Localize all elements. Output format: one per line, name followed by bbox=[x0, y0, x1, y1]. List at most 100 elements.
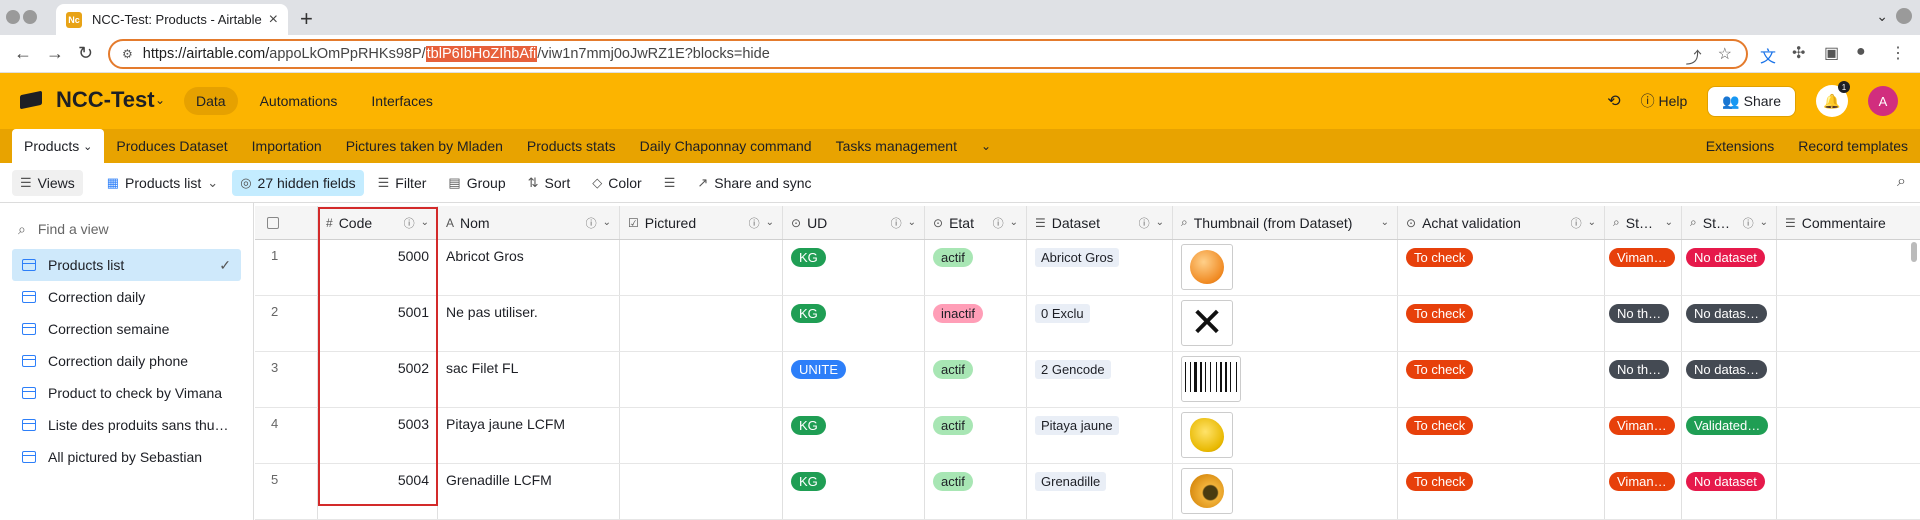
info-icon[interactable]: ⓘ bbox=[1571, 215, 1582, 231]
history-icon[interactable]: ⟲ bbox=[1607, 91, 1620, 111]
cell-commentaire[interactable] bbox=[1777, 296, 1920, 351]
color-button[interactable]: ◇ Color bbox=[584, 170, 649, 196]
info-icon[interactable]: ⓘ bbox=[1139, 215, 1150, 231]
close-window-icon[interactable] bbox=[1896, 8, 1912, 24]
dataset-link-chip[interactable]: 0 Exclu bbox=[1035, 304, 1090, 323]
cell-achat-validation[interactable]: To check bbox=[1398, 296, 1605, 351]
cell-etat[interactable]: actif bbox=[925, 352, 1027, 407]
tab-search-icon[interactable]: ⌄ bbox=[1876, 8, 1888, 25]
notifications-button[interactable]: 🔔 1 bbox=[1816, 81, 1850, 117]
tab-products-stats[interactable]: Products stats bbox=[515, 129, 628, 163]
cell-ud[interactable]: KG bbox=[783, 464, 925, 519]
cell-etat[interactable]: actif bbox=[925, 240, 1027, 295]
chevron-down-icon[interactable]: ⌄ bbox=[1156, 217, 1164, 228]
info-icon[interactable]: ⓘ bbox=[749, 215, 760, 231]
table-row[interactable]: 4 5003 Pitaya jaune LCFM KG actif Pitaya jaun… bbox=[255, 408, 1920, 464]
group-button[interactable]: ▤ Group bbox=[440, 170, 513, 196]
cell-commentaire[interactable] bbox=[1777, 352, 1920, 407]
cell-code[interactable]: 5000 bbox=[318, 240, 438, 295]
chevron-down-icon[interactable]: ⌄ bbox=[603, 217, 611, 228]
bookmark-star-icon[interactable]: ☆ bbox=[1718, 44, 1732, 68]
sidebar-view-correction-daily-phone[interactable]: Correction daily phone bbox=[12, 345, 241, 377]
cell-commentaire[interactable] bbox=[1777, 464, 1920, 519]
cell-pictured[interactable] bbox=[620, 408, 783, 463]
profile-icon[interactable]: ● bbox=[1856, 43, 1866, 61]
column-header-ud[interactable]: ⊙ UD ⓘ ⌄ bbox=[783, 206, 925, 239]
tab-daily-chaponnay[interactable]: Daily Chaponnay command bbox=[628, 129, 824, 163]
extensions-button[interactable]: Extensions bbox=[1694, 129, 1786, 163]
sort-button[interactable]: ⇅ Sort bbox=[520, 170, 579, 196]
tab-products[interactable]: Products ⌄ bbox=[12, 129, 105, 163]
barcode-thumbnail-image[interactable] bbox=[1181, 356, 1241, 402]
more-tables-chevron-icon[interactable]: ⌄ bbox=[969, 129, 1003, 163]
cell-code[interactable]: 5004 bbox=[318, 464, 438, 519]
share-button[interactable]: 👥 Share bbox=[1707, 85, 1796, 117]
chevron-down-icon[interactable]: ⌄ bbox=[1010, 217, 1018, 228]
table-row[interactable]: 2 5001 Ne pas utiliser. KG inactif 0 Exclu ✕ To… bbox=[255, 296, 1920, 352]
chevron-down-icon[interactable]: ⌄ bbox=[155, 93, 165, 107]
cell-ud[interactable]: KG bbox=[783, 408, 925, 463]
airtable-logo-icon[interactable] bbox=[20, 91, 44, 111]
views-toggle-button[interactable]: ☰ Views bbox=[12, 169, 83, 196]
browser-menu-icon[interactable]: ⋮ bbox=[1890, 43, 1906, 63]
cell-achat-validation[interactable]: To check bbox=[1398, 408, 1605, 463]
info-icon[interactable]: ⓘ bbox=[1743, 215, 1754, 231]
extensions-puzzle-icon[interactable]: ✣ bbox=[1792, 43, 1805, 63]
chevron-down-icon[interactable]: ⌄ bbox=[1588, 217, 1596, 228]
table-row[interactable]: 1 5000 Abricot Gros KG actif Abricot Gros To c… bbox=[255, 240, 1920, 296]
avatar[interactable]: A bbox=[1868, 86, 1898, 116]
cell-code[interactable]: 5002 bbox=[318, 352, 438, 407]
base-name[interactable]: NCC-Test bbox=[56, 87, 155, 113]
column-header-code[interactable]: # Code ⓘ ⌄ bbox=[318, 206, 438, 239]
sidebar-view-all-pictured[interactable]: All pictured by Sebastian bbox=[12, 441, 241, 473]
info-icon[interactable]: ⓘ bbox=[993, 215, 1004, 231]
cell-thumbnail[interactable] bbox=[1173, 352, 1398, 407]
chevron-down-icon[interactable]: ⌄ bbox=[1760, 217, 1768, 228]
pitaya-thumbnail-image[interactable] bbox=[1181, 412, 1233, 458]
tab-produces-dataset[interactable]: Produces Dataset bbox=[104, 129, 239, 163]
cell-thumbnail[interactable] bbox=[1173, 464, 1398, 519]
column-header-achat-validation[interactable]: ⊙ Achat validation ⓘ ⌄ bbox=[1398, 206, 1605, 239]
view-switcher[interactable]: ▦ Products list ⌄ bbox=[99, 170, 226, 196]
cell-sta[interactable]: Validated… bbox=[1682, 408, 1777, 463]
cell-st[interactable]: Viman… bbox=[1605, 240, 1682, 295]
cell-commentaire[interactable] bbox=[1777, 408, 1920, 463]
translate-icon[interactable]: 文 bbox=[1760, 43, 1776, 67]
hide-fields-button[interactable]: ◎ 27 hidden fields bbox=[232, 169, 364, 196]
back-icon[interactable]: ← bbox=[14, 43, 32, 64]
side-panel-icon[interactable]: ▣ bbox=[1824, 43, 1839, 63]
sidebar-view-product-to-check[interactable]: Product to check by Vimana bbox=[12, 377, 241, 409]
cell-sta[interactable]: No dataset bbox=[1682, 464, 1777, 519]
column-header-st[interactable]: ⌕ St… ⌄ bbox=[1605, 206, 1682, 239]
cell-thumbnail[interactable] bbox=[1173, 408, 1398, 463]
tab-pictures-mladen[interactable]: Pictures taken by Mladen bbox=[334, 129, 515, 163]
close-tab-icon[interactable]: × bbox=[269, 11, 278, 29]
cell-ud[interactable]: KG bbox=[783, 296, 925, 351]
site-info-icon[interactable]: ⚙ bbox=[122, 47, 133, 61]
row-height-button[interactable]: ☰ bbox=[656, 170, 684, 196]
dataset-link-chip[interactable]: Pitaya jaune bbox=[1035, 416, 1119, 435]
apricot-thumbnail-image[interactable] bbox=[1181, 244, 1233, 290]
cell-pictured[interactable] bbox=[620, 296, 783, 351]
cell-nom[interactable]: Abricot Gros bbox=[438, 240, 620, 295]
share-sync-button[interactable]: ↗ Share and sync bbox=[689, 170, 819, 196]
nav-data[interactable]: Data bbox=[184, 87, 238, 115]
cell-achat-validation[interactable]: To check bbox=[1398, 240, 1605, 295]
table-row[interactable]: 5 5004 Grenadille LCFM KG actif Grenadille To … bbox=[255, 464, 1920, 520]
cell-commentaire[interactable] bbox=[1777, 240, 1920, 295]
reload-icon[interactable]: ↻ bbox=[78, 43, 93, 64]
tab-importation[interactable]: Importation bbox=[240, 129, 334, 163]
cell-dataset[interactable]: Grenadille bbox=[1027, 464, 1173, 519]
cell-pictured[interactable] bbox=[620, 240, 783, 295]
cell-st[interactable]: No th… bbox=[1605, 296, 1682, 351]
vertical-scrollbar[interactable] bbox=[1911, 242, 1917, 262]
cell-sta[interactable]: No datas… bbox=[1682, 352, 1777, 407]
cell-achat-validation[interactable]: To check bbox=[1398, 352, 1605, 407]
cell-etat[interactable]: actif bbox=[925, 464, 1027, 519]
column-header-dataset[interactable]: ☰ Dataset ⓘ ⌄ bbox=[1027, 206, 1173, 239]
cell-etat[interactable]: inactif bbox=[925, 296, 1027, 351]
cell-dataset[interactable]: 0 Exclu bbox=[1027, 296, 1173, 351]
info-icon[interactable]: ⓘ bbox=[404, 215, 415, 231]
column-header-etat[interactable]: ⊙ Etat ⓘ ⌄ bbox=[925, 206, 1027, 239]
cell-code[interactable]: 5001 bbox=[318, 296, 438, 351]
